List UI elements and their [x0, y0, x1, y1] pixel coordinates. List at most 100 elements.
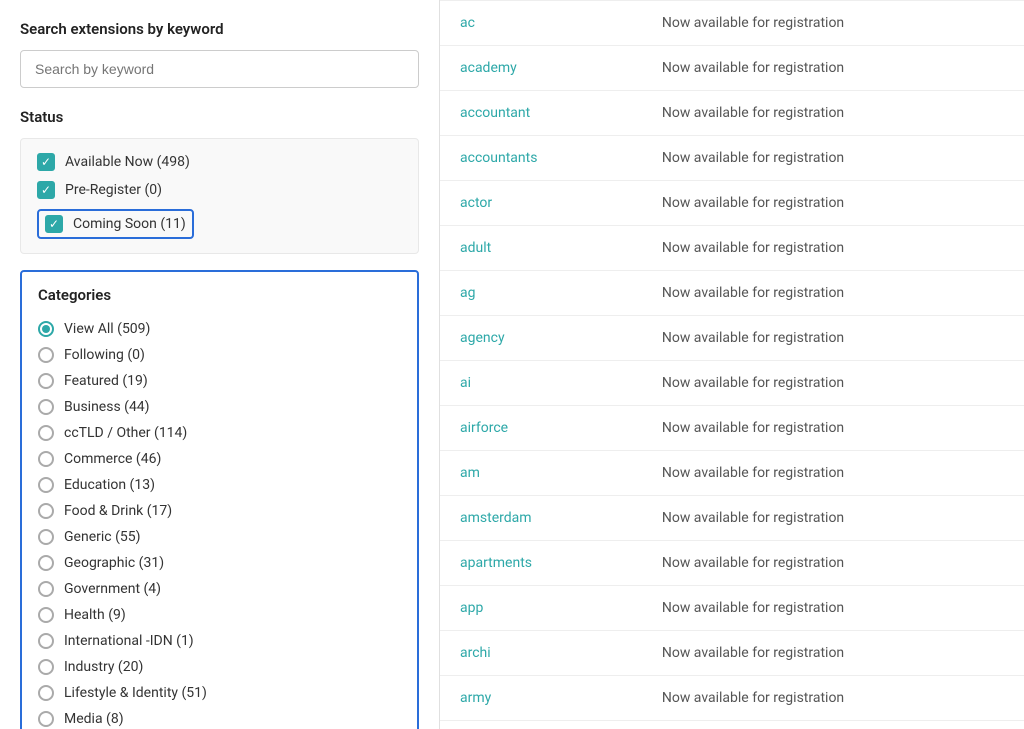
- table-row: amsterdam Now available for registration: [440, 496, 1024, 541]
- domain-link[interactable]: archi: [460, 645, 491, 661]
- category-label: Business (44): [64, 399, 150, 415]
- search-input[interactable]: [20, 50, 419, 88]
- radio-button: [38, 529, 54, 545]
- domain-status: Now available for registration: [642, 181, 1024, 226]
- checkmark-icon: ✓: [41, 156, 51, 168]
- domain-link[interactable]: ac: [460, 15, 475, 31]
- category-label: Government (4): [64, 581, 161, 597]
- checkmark-icon: ✓: [41, 184, 51, 196]
- category-list: View All (509) Following (0) Featured (19)…: [38, 316, 401, 729]
- category-item[interactable]: Food & Drink (17): [38, 498, 401, 524]
- checkbox-comingsoon: ✓: [45, 215, 63, 233]
- coming-soon-highlight: ✓ Coming Soon (11): [37, 209, 194, 239]
- status-comingsoon-label: Coming Soon (11): [73, 216, 186, 232]
- category-label: Generic (55): [64, 529, 140, 545]
- status-coming-soon[interactable]: ✓ Coming Soon (11): [37, 209, 402, 239]
- domain-link[interactable]: amsterdam: [460, 510, 532, 526]
- radio-button: [38, 581, 54, 597]
- category-label: Industry (20): [64, 659, 143, 675]
- table-row: army Now available for registration: [440, 676, 1024, 721]
- domain-status: Now available for registration: [642, 91, 1024, 136]
- category-label: ccTLD / Other (114): [64, 425, 187, 441]
- category-item[interactable]: Industry (20): [38, 654, 401, 680]
- status-title: Status: [20, 108, 419, 126]
- status-pre-register[interactable]: ✓ Pre-Register (0): [37, 181, 402, 199]
- domain-link[interactable]: am: [460, 465, 480, 481]
- categories-section: Categories View All (509) Following (0) Fe…: [20, 270, 419, 729]
- categories-title: Categories: [38, 286, 401, 304]
- domain-link[interactable]: apartments: [460, 555, 532, 571]
- category-label: Lifestyle & Identity (51): [64, 685, 207, 701]
- domain-status: Now available for registration: [642, 631, 1024, 676]
- radio-button: [38, 555, 54, 571]
- radio-button: [38, 373, 54, 389]
- domain-status: Now available for registration: [642, 496, 1024, 541]
- domain-status: Now available for registration: [642, 676, 1024, 721]
- table-row: aiNow available for registration: [440, 361, 1024, 406]
- radio-button: [38, 659, 54, 675]
- category-label: Commerce (46): [64, 451, 161, 467]
- checkbox-available: ✓: [37, 153, 55, 171]
- domain-status: Now available for registration: [642, 46, 1024, 91]
- status-available-label: Available Now (498): [65, 154, 190, 170]
- radio-button: [38, 399, 54, 415]
- domain-link[interactable]: army: [460, 690, 491, 706]
- domain-link[interactable]: ag: [460, 285, 475, 301]
- status-available-now[interactable]: ✓ Available Now (498): [37, 153, 402, 171]
- radio-button: [38, 477, 54, 493]
- domain-link[interactable]: airforce: [460, 420, 508, 436]
- radio-button: [38, 347, 54, 363]
- category-item[interactable]: International -IDN (1): [38, 628, 401, 654]
- search-input-wrapper: [20, 50, 419, 88]
- domain-link[interactable]: app: [460, 600, 483, 616]
- checkmark-icon: ✓: [49, 218, 59, 230]
- table-row: agencyNow available for registration: [440, 316, 1024, 361]
- category-item[interactable]: Lifestyle & Identity (51): [38, 680, 401, 706]
- radio-button: [38, 425, 54, 441]
- category-label: Media (8): [64, 711, 124, 727]
- category-item[interactable]: Media (8): [38, 706, 401, 729]
- right-panel: ac Now available for registration academy N…: [440, 0, 1024, 729]
- domain-link[interactable]: adult: [460, 240, 491, 256]
- domain-status: Now available for registration: [642, 136, 1024, 181]
- status-section: ✓ Available Now (498) ✓ Pre-Register (0)…: [20, 138, 419, 254]
- domain-status: Now available for registration: [642, 406, 1024, 451]
- category-item[interactable]: Featured (19): [38, 368, 401, 394]
- table-row: archi Now available for registration: [440, 631, 1024, 676]
- table-row: accountants Now available for registratio…: [440, 136, 1024, 181]
- domain-link[interactable]: agency: [460, 330, 505, 346]
- category-item[interactable]: View All (509): [38, 316, 401, 342]
- domain-link[interactable]: accountant: [460, 105, 530, 121]
- domain-status: Now available for registration: [642, 451, 1024, 496]
- radio-button: [38, 451, 54, 467]
- domain-status: Now available for registration: [642, 1, 1024, 46]
- category-label: Following (0): [64, 347, 145, 363]
- domain-link[interactable]: academy: [460, 60, 517, 76]
- table-row: accountant Now available for registration: [440, 91, 1024, 136]
- domain-link[interactable]: ai: [460, 375, 471, 391]
- category-item[interactable]: Commerce (46): [38, 446, 401, 472]
- left-panel: Search extensions by keyword Status ✓ Av…: [0, 0, 440, 729]
- category-item[interactable]: ccTLD / Other (114): [38, 420, 401, 446]
- domain-link[interactable]: accountants: [460, 150, 537, 166]
- radio-button: [38, 503, 54, 519]
- category-label: International -IDN (1): [64, 633, 194, 649]
- category-item[interactable]: Government (4): [38, 576, 401, 602]
- table-row: apartmentsNow available for registration: [440, 541, 1024, 586]
- category-item[interactable]: Business (44): [38, 394, 401, 420]
- category-item[interactable]: Following (0): [38, 342, 401, 368]
- category-item[interactable]: Education (13): [38, 472, 401, 498]
- search-title: Search extensions by keyword: [20, 20, 419, 38]
- table-row: airforce Now available for registration: [440, 406, 1024, 451]
- radio-button: [38, 685, 54, 701]
- domain-status: Now available for registration: [642, 271, 1024, 316]
- category-item[interactable]: Geographic (31): [38, 550, 401, 576]
- status-preregister-label: Pre-Register (0): [65, 182, 162, 198]
- category-item[interactable]: Health (9): [38, 602, 401, 628]
- domain-status: Now available for registration: [642, 721, 1024, 729]
- table-row: actor Now available for registration: [440, 181, 1024, 226]
- table-row: academy Now available for registration: [440, 46, 1024, 91]
- checkbox-preregister: ✓: [37, 181, 55, 199]
- domain-link[interactable]: actor: [460, 195, 492, 211]
- category-item[interactable]: Generic (55): [38, 524, 401, 550]
